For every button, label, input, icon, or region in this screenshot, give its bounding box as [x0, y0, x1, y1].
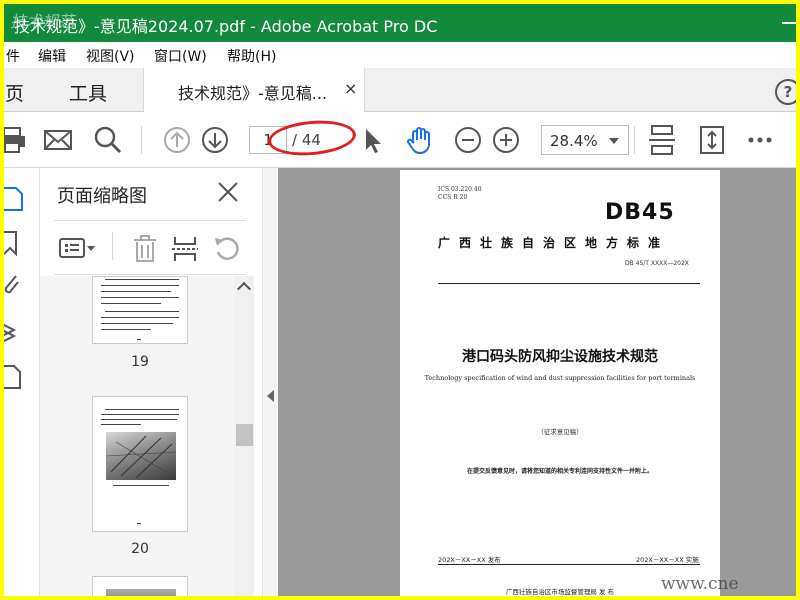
thumbnail-page-19[interactable] — [92, 276, 188, 344]
attachments-icon[interactable] — [4, 272, 26, 298]
chevron-down-icon — [609, 138, 619, 144]
close-icon[interactable] — [216, 180, 240, 204]
more-icon[interactable] — [744, 124, 776, 156]
zoom-in-icon[interactable] — [490, 124, 522, 156]
pdf-page: ICS 03.220.40 CCS R 20 DB45 广西壮族自治区地方标准 … — [400, 170, 720, 596]
rotate-page-icon[interactable] — [212, 234, 242, 264]
page-down-icon[interactable] — [199, 124, 231, 156]
page-up-icon[interactable] — [161, 124, 193, 156]
toolbar-divider — [141, 126, 142, 154]
ics-code: ICS 03.220.40 — [438, 186, 482, 193]
menu-edit[interactable]: 编辑 — [38, 46, 66, 66]
close-tab-icon[interactable]: × — [344, 79, 357, 98]
page-icon[interactable] — [4, 364, 26, 390]
footer-rule — [438, 564, 700, 565]
panel-title: 页面缩略图 — [57, 186, 147, 207]
menu-view[interactable]: 视图(V) — [86, 46, 135, 66]
search-icon[interactable] — [92, 124, 124, 156]
site-watermark: www.cne — [661, 574, 739, 594]
document-title-en: Technology specification of wind and dus… — [424, 374, 696, 382]
tab-home[interactable]: 主页 — [4, 79, 24, 106]
app-window: 技术规范》-意见稿2024.07.pdf - Adobe Acrobat Pro… — [0, 0, 800, 600]
standard-code: DB 45/T XXXX—202X — [625, 260, 689, 267]
panel-collapse-bar[interactable] — [262, 168, 278, 596]
thumbnail-scrollbar[interactable] — [234, 276, 254, 596]
document-title: 港口码头防风抑尘设施技术规范 — [462, 349, 658, 365]
menu-bar: 件 编辑 视图(V) 窗口(W) 帮助(H) — [4, 42, 796, 68]
thumbnails-panel: 页面缩略图 19 20 — [40, 168, 262, 596]
tab-tools[interactable]: 工具 — [69, 79, 107, 106]
thumbnail-page-20[interactable] — [92, 396, 188, 532]
thumbnail-page-number: 19 — [131, 354, 149, 370]
hand-tool-icon[interactable] — [404, 124, 436, 156]
select-cursor-icon[interactable] — [356, 124, 388, 156]
panel-divider — [54, 274, 246, 275]
menu-file[interactable]: 件 — [6, 46, 20, 66]
print-icon[interactable] — [4, 124, 28, 156]
main-toolbar: 1 / 44 28.4% — [4, 112, 796, 168]
delete-page-icon[interactable] — [130, 234, 160, 264]
panel-toolbar — [40, 226, 262, 274]
thumbnail-list: 19 20 — [40, 276, 234, 596]
issue-date: 202X－XX－XX 发布 — [438, 556, 501, 564]
scroll-mode-icon[interactable] — [646, 124, 678, 156]
panel-divider — [54, 220, 246, 221]
header-rule — [438, 283, 700, 284]
standard-name: 广西壮族自治区地方标准 — [438, 236, 670, 250]
draft-label: （征求意见稿） — [537, 428, 583, 436]
panel-divider — [112, 232, 113, 260]
red-annotation-ellipse — [266, 117, 358, 159]
patent-note: 在提交反馈意见时，请将您知道的相关专利连同支持性文件一并附上。 — [466, 468, 653, 475]
document-viewer[interactable]: ICS 03.220.40 CCS R 20 DB45 广西壮族自治区地方标准 … — [278, 168, 796, 596]
email-icon[interactable] — [42, 124, 74, 156]
menu-help[interactable]: 帮助(H) — [227, 46, 276, 66]
implementation-date: 202X－XX－XX 实施 — [636, 556, 699, 564]
thumbnail-page-number: 20 — [131, 541, 149, 557]
scrollbar-thumb[interactable] — [236, 424, 253, 446]
minimize-button[interactable] — [782, 22, 796, 24]
ccs-code: CCS R 20 — [438, 194, 468, 201]
insert-page-icon[interactable] — [170, 234, 200, 264]
options-icon[interactable] — [58, 234, 95, 264]
zoom-out-icon[interactable] — [452, 124, 484, 156]
menu-window[interactable]: 窗口(W) — [154, 46, 207, 66]
fit-page-icon[interactable] — [696, 124, 728, 156]
title-watermark: 技术规范 — [10, 12, 75, 31]
zoom-value: 28.4% — [550, 132, 598, 150]
thumbnail-page-21[interactable] — [92, 576, 188, 596]
collapse-arrow-icon[interactable] — [267, 390, 274, 402]
zoom-select[interactable]: 28.4% — [541, 125, 629, 155]
window-title: 技术规范》-意见稿2024.07.pdf - Adobe Acrobat Pro… — [14, 17, 438, 36]
tab-bar: 主页 工具 技术规范》-意见稿... × ? — [4, 68, 796, 112]
left-navigation-rail — [4, 168, 40, 596]
thumbnail-photo — [106, 432, 176, 480]
page-thumbnails-icon[interactable] — [4, 186, 26, 212]
help-icon[interactable]: ? — [775, 79, 796, 105]
title-bar: 技术规范》-意见稿2024.07.pdf - Adobe Acrobat Pro… — [4, 4, 796, 42]
tab-document-label: 技术规范》-意见稿... — [178, 84, 328, 103]
scroll-up-icon[interactable] — [236, 281, 252, 297]
bookmarks-icon[interactable] — [4, 230, 26, 256]
layers-icon[interactable] — [4, 318, 26, 344]
toolbar-divider — [634, 126, 635, 154]
standard-logo: DB45 — [605, 200, 675, 225]
tab-document[interactable]: 技术规范》-意见稿... × — [143, 68, 365, 112]
